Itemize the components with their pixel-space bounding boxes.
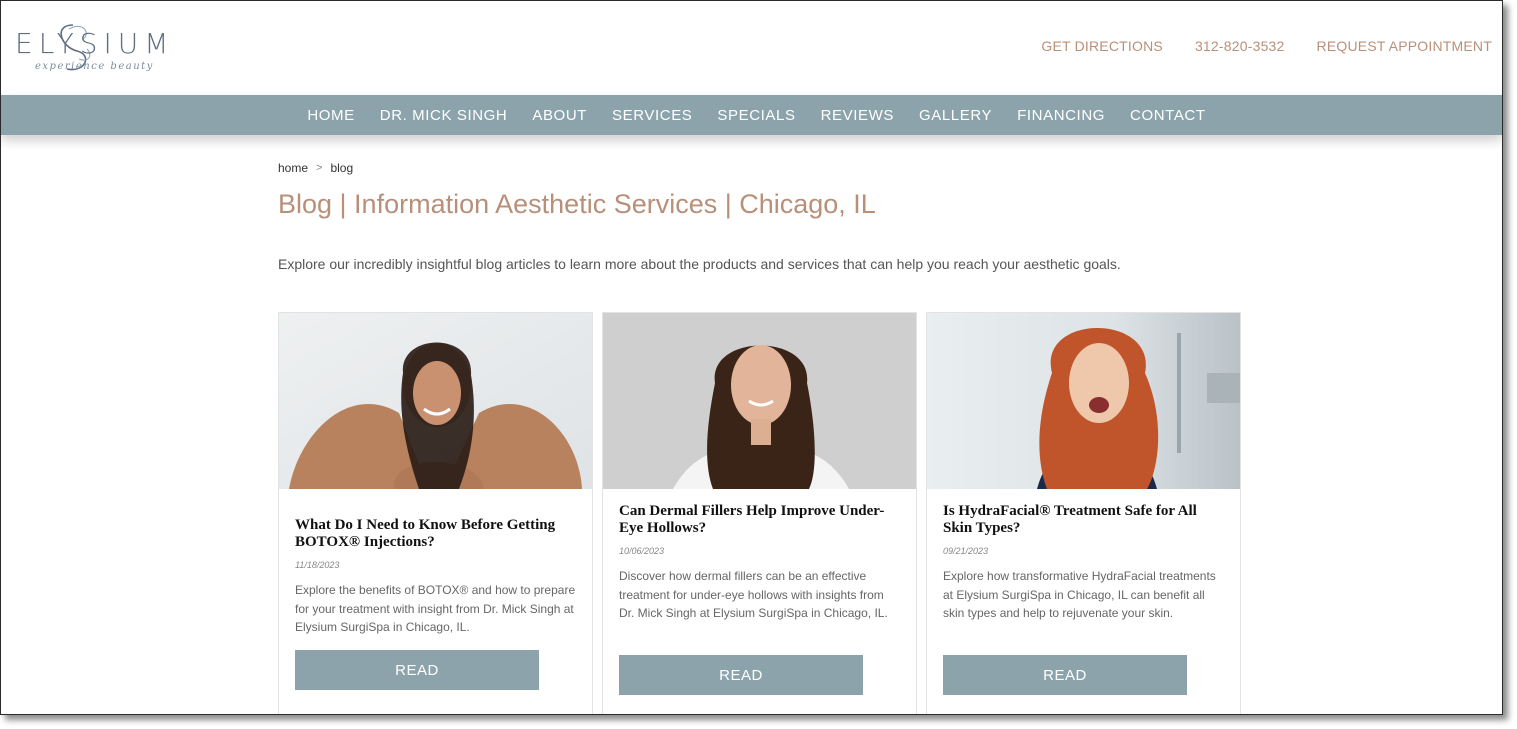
browser-frame: ELYSIUM experience beauty GET DIRECTIONS… [0,0,1503,715]
intro-text: Explore our incredibly insightful blog a… [278,256,1121,272]
nav-item-financing[interactable]: FINANCING [1017,107,1105,124]
blog-card-title[interactable]: Can Dermal Fillers Help Improve Under-Ey… [619,503,900,537]
request-appointment-link[interactable]: REQUEST APPOINTMENT [1317,38,1492,54]
phone-link[interactable]: 312-820-3532 [1195,38,1285,54]
blog-card-image[interactable] [279,313,592,489]
nav-item-dr-mick-singh[interactable]: DR. MICK SINGH [380,107,508,124]
nav-item-services[interactable]: SERVICES [612,107,692,124]
nav-item-gallery[interactable]: GALLERY [919,107,992,124]
main-navigation: HOME DR. MICK SINGH ABOUT SERVICES SPECI… [1,95,1502,135]
blog-card-image[interactable] [927,313,1240,489]
nav-item-about[interactable]: ABOUT [532,107,587,124]
woman-photo-icon [927,313,1240,489]
nav-item-specials[interactable]: SPECIALS [717,107,795,124]
blog-card-date: 11/18/2023 [295,560,340,570]
blog-card-date: 09/21/2023 [943,546,989,556]
logo-wordmark: ELYSIUM [15,27,175,60]
blog-card-excerpt: Explore how transformative HydraFacial t… [943,569,1216,620]
nav-item-reviews[interactable]: REVIEWS [821,107,894,124]
nav-item-contact[interactable]: CONTACT [1130,107,1206,124]
logo-tagline: experience beauty [35,61,154,72]
breadcrumb-separator: > [316,162,323,174]
blog-card-title[interactable]: What Do I Need to Know Before Getting BO… [295,517,576,551]
breadcrumb-home-link[interactable]: home [278,161,308,175]
blog-card[interactable]: Can Dermal Fillers Help Improve Under-Ey… [602,312,917,714]
main-content: home > blog Blog | Information Aesthetic… [278,161,1240,286]
blog-card-image[interactable] [603,313,916,489]
get-directions-link[interactable]: GET DIRECTIONS [1041,38,1163,54]
blog-card[interactable]: What Do I Need to Know Before Getting BO… [278,312,593,714]
blog-card-excerpt: Discover how dermal fillers can be an ef… [619,569,888,620]
read-button[interactable]: READ [295,650,539,690]
read-button[interactable]: READ [619,655,863,695]
blog-card-title[interactable]: Is HydraFacial® Treatment Safe for All S… [943,503,1224,537]
site-logo[interactable]: ELYSIUM experience beauty [15,19,168,79]
read-button[interactable]: READ [943,655,1187,695]
woman-photo-icon [603,313,916,489]
page-title: Blog | Information Aesthetic Services | … [278,189,876,219]
blog-card-excerpt: Explore the benefits of BOTOX® and how t… [295,583,576,634]
nav-item-home[interactable]: HOME [307,107,354,124]
breadcrumb-current: blog [330,161,354,175]
woman-photo-icon [279,313,592,489]
blog-card-grid: What Do I Need to Know Before Getting BO… [278,312,1241,714]
breadcrumb: home > blog [278,161,1240,175]
header-utility-links: GET DIRECTIONS 312-820-3532 REQUEST APPO… [1041,38,1492,54]
blog-card-date: 10/06/2023 [619,546,665,556]
blog-card[interactable]: Is HydraFacial® Treatment Safe for All S… [926,312,1241,714]
